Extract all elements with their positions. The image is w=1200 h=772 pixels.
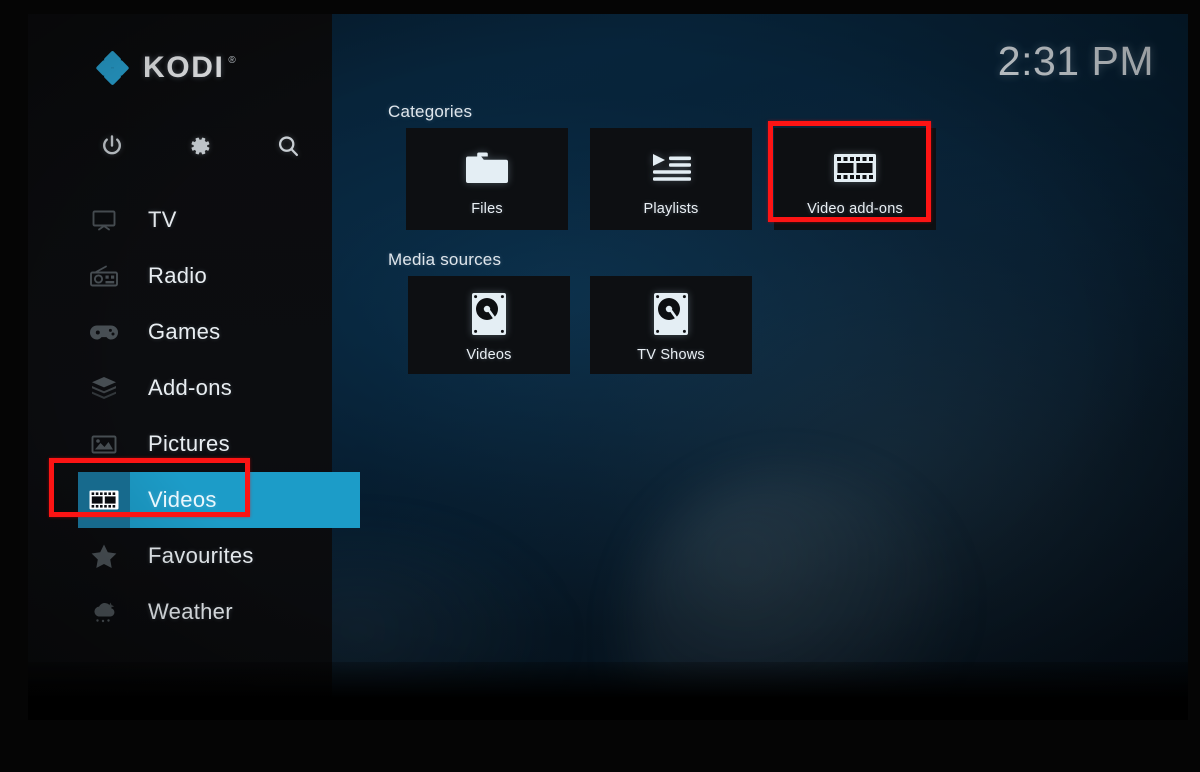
sidebar-item-games[interactable]: Games: [28, 304, 332, 360]
sidebar-item-label: Favourites: [148, 543, 254, 568]
clock: 2:31 PM: [997, 38, 1154, 84]
hard-drive-icon: [653, 287, 689, 341]
star-icon: [78, 528, 130, 584]
radio-icon: [78, 248, 130, 304]
tile-label: Files: [471, 201, 503, 217]
cloud-icon: [78, 584, 130, 640]
sidebar-item-label: Games: [148, 319, 221, 344]
box-icon: [78, 360, 130, 416]
gamepad-icon: [78, 304, 130, 360]
kodi-trademark: ®: [228, 55, 236, 66]
sidebar-item-label: Weather: [148, 599, 233, 624]
tile-media-source-tv-shows[interactable]: TV Shows: [590, 276, 752, 374]
hard-drive-icon: [471, 287, 507, 341]
power-button[interactable]: [68, 126, 156, 166]
sidebar-item-pictures[interactable]: Pictures: [28, 416, 332, 472]
main-menu: TV Radio Games Add-ons Pictures Videos Favouri…: [28, 192, 360, 640]
sidebar-item-videos[interactable]: Videos: [28, 472, 360, 528]
sidebar-item-label: Add-ons: [148, 375, 233, 400]
sidebar-item-add-ons[interactable]: Add-ons: [28, 360, 332, 416]
tile-media-source-videos[interactable]: Videos: [408, 276, 570, 374]
tile-label: TV Shows: [637, 347, 705, 363]
kodi-logo-icon: [95, 50, 132, 86]
screenshot-photo-frame: KODI ® TV Radio Games Add-ons Pictures V…: [0, 0, 1200, 772]
kodi-brand: KODI ®: [95, 50, 236, 86]
sidebar-item-label: TV: [148, 207, 177, 232]
sidebar: KODI ® TV Radio Games Add-ons Pictures V…: [28, 14, 360, 720]
tile-label: Video add-ons: [807, 201, 903, 217]
kodi-wordmark: KODI: [143, 51, 225, 84]
tile-files[interactable]: Files: [406, 128, 568, 230]
film-strip-icon: [833, 141, 877, 195]
tile-video-add-ons[interactable]: Video add-ons: [774, 128, 936, 230]
sidebar-item-tv[interactable]: TV: [28, 192, 332, 248]
tile-playlists[interactable]: Playlists: [590, 128, 752, 230]
settings-button[interactable]: [156, 126, 244, 166]
categories-heading: Categories: [388, 102, 473, 121]
tile-label: Videos: [466, 347, 512, 363]
sidebar-item-favourites[interactable]: Favourites: [28, 528, 332, 584]
sidebar-item-label: Pictures: [148, 431, 230, 456]
search-button[interactable]: [244, 126, 332, 166]
folder-icon: [465, 141, 509, 195]
sidebar-item-radio[interactable]: Radio: [28, 248, 332, 304]
quick-action-bar: [28, 126, 332, 166]
media-sources-heading: Media sources: [388, 250, 502, 269]
tv-icon: [78, 192, 130, 248]
sidebar-item-label: Radio: [148, 263, 207, 288]
kodi-screen: KODI ® TV Radio Games Add-ons Pictures V…: [28, 14, 1188, 720]
film-strip-icon: [78, 472, 130, 528]
playlist-icon: [649, 141, 693, 195]
sidebar-item-label: Videos: [148, 487, 217, 512]
picture-icon: [78, 416, 130, 472]
tile-label: Playlists: [643, 201, 699, 217]
sidebar-item-weather[interactable]: Weather: [28, 584, 332, 640]
main-content: Categories Media sources Files Playlists…: [332, 14, 1188, 720]
